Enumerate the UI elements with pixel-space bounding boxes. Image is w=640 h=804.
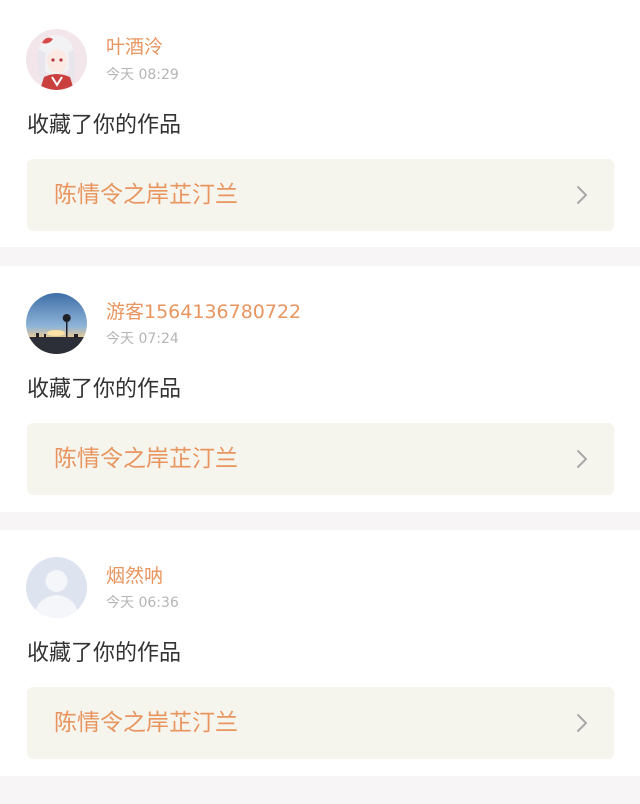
work-link[interactable]: 陈情令之岸芷汀兰 bbox=[27, 159, 614, 231]
chevron-right-icon bbox=[576, 713, 588, 733]
work-link[interactable]: 陈情令之岸芷汀兰 bbox=[27, 423, 614, 495]
chevron-right-icon bbox=[576, 185, 588, 205]
work-title: 陈情令之岸芷汀兰 bbox=[54, 182, 238, 208]
timestamp: 今天 07:24 bbox=[106, 331, 179, 347]
notification-feed: 叶酒泠 今天 08:29 收藏了你的作品 陈情令之岸芷汀兰 游客15641367… bbox=[0, 0, 640, 804]
work-link[interactable]: 陈情令之岸芷汀兰 bbox=[27, 687, 614, 759]
timestamp: 今天 06:36 bbox=[106, 595, 179, 611]
action-text: 收藏了你的作品 bbox=[27, 113, 182, 138]
user-avatar[interactable] bbox=[26, 293, 87, 354]
work-title: 陈情令之岸芷汀兰 bbox=[54, 446, 238, 472]
notification-card: 游客1564136780722 今天 07:24 收藏了你的作品 陈情令之岸芷汀… bbox=[0, 266, 640, 512]
user-avatar[interactable] bbox=[26, 29, 87, 90]
username[interactable]: 叶酒泠 bbox=[106, 36, 163, 58]
sunset-landscape-avatar-icon bbox=[26, 293, 87, 354]
timestamp: 今天 08:29 bbox=[106, 67, 179, 83]
work-title: 陈情令之岸芷汀兰 bbox=[54, 710, 238, 736]
username[interactable]: 游客1564136780722 bbox=[106, 301, 301, 323]
action-text: 收藏了你的作品 bbox=[27, 641, 182, 666]
user-avatar[interactable] bbox=[26, 557, 87, 618]
anime-girl-avatar-icon bbox=[26, 29, 87, 90]
default-person-avatar-icon bbox=[26, 557, 87, 618]
action-text: 收藏了你的作品 bbox=[27, 377, 182, 402]
notification-card: 叶酒泠 今天 08:29 收藏了你的作品 陈情令之岸芷汀兰 bbox=[0, 0, 640, 247]
notification-card: 烟然呐 今天 06:36 收藏了你的作品 陈情令之岸芷汀兰 bbox=[0, 530, 640, 776]
chevron-right-icon bbox=[576, 449, 588, 469]
username[interactable]: 烟然呐 bbox=[106, 565, 163, 587]
